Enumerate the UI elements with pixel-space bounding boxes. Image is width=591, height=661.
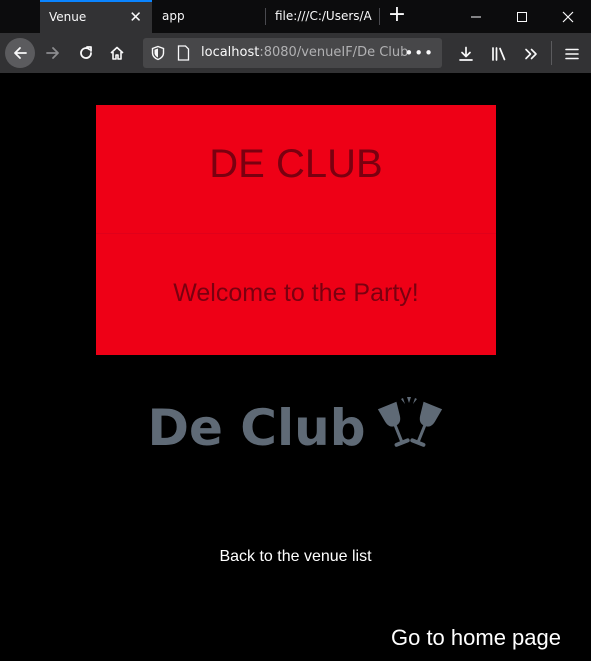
tab-file[interactable]: file:///C:/Users/A xyxy=(266,0,378,33)
hero-divider xyxy=(96,233,496,234)
minimize-icon xyxy=(471,16,481,17)
venue-heading: De Club xyxy=(0,397,591,457)
tab-divider xyxy=(379,8,380,25)
reload-icon xyxy=(80,46,92,59)
go-to-home-page-link[interactable]: Go to home page xyxy=(391,625,561,651)
tab-title: file:///C:/Users/A xyxy=(275,9,372,23)
maximize-button[interactable] xyxy=(499,0,545,33)
page-actions-button[interactable]: ••• xyxy=(404,38,434,68)
tab-app[interactable]: app xyxy=(153,0,265,33)
hero-subtitle: Welcome to the Party! xyxy=(173,279,419,307)
tab-title: Venue xyxy=(49,10,87,24)
url-host: localhost xyxy=(201,45,260,60)
url-path: :8080/venueIF/De Club xyxy=(259,45,409,60)
url-text[interactable]: localhost:8080/venueIF/De Club xyxy=(201,38,408,68)
hero-banner: DE CLUB Welcome to the Party! xyxy=(96,105,496,355)
menu-button[interactable] xyxy=(557,38,587,68)
close-icon xyxy=(562,11,574,22)
toolbar-divider xyxy=(551,41,552,65)
back-button[interactable] xyxy=(5,38,35,68)
forward-arrow-icon xyxy=(46,47,59,59)
tab-strip: Venue ✕ app file:///C:/Users/A + xyxy=(0,0,591,33)
overflow-chevron-icon xyxy=(525,48,537,59)
back-arrow-icon xyxy=(14,47,27,59)
forward-button[interactable] xyxy=(38,38,68,68)
clinking-glasses-icon xyxy=(377,397,442,447)
tab-title: app xyxy=(162,9,185,23)
menu-icon xyxy=(565,48,579,59)
library-button[interactable] xyxy=(484,38,514,68)
maximize-icon xyxy=(517,11,527,22)
download-icon xyxy=(459,46,473,61)
close-window-button[interactable] xyxy=(545,0,591,33)
library-icon xyxy=(492,46,506,61)
overflow-button[interactable] xyxy=(516,38,546,68)
navigation-toolbar: localhost:8080/venueIF/De Club ••• xyxy=(0,33,591,73)
minimize-button[interactable] xyxy=(453,0,499,33)
reload-button[interactable] xyxy=(71,38,101,68)
shield-icon[interactable] xyxy=(150,45,166,61)
new-tab-button[interactable]: + xyxy=(386,0,408,33)
address-bar[interactable]: localhost:8080/venueIF/De Club ••• xyxy=(143,38,442,68)
back-to-venue-list-link[interactable]: Back to the venue list xyxy=(0,548,591,566)
home-button[interactable] xyxy=(102,38,132,68)
hero-title: DE CLUB xyxy=(209,142,383,186)
home-icon xyxy=(110,46,124,60)
page-icon[interactable] xyxy=(177,45,190,61)
tab-venue[interactable]: Venue ✕ xyxy=(40,0,152,33)
close-tab-icon[interactable]: ✕ xyxy=(129,2,142,33)
venue-name: De Club xyxy=(147,399,366,457)
downloads-button[interactable] xyxy=(451,38,481,68)
